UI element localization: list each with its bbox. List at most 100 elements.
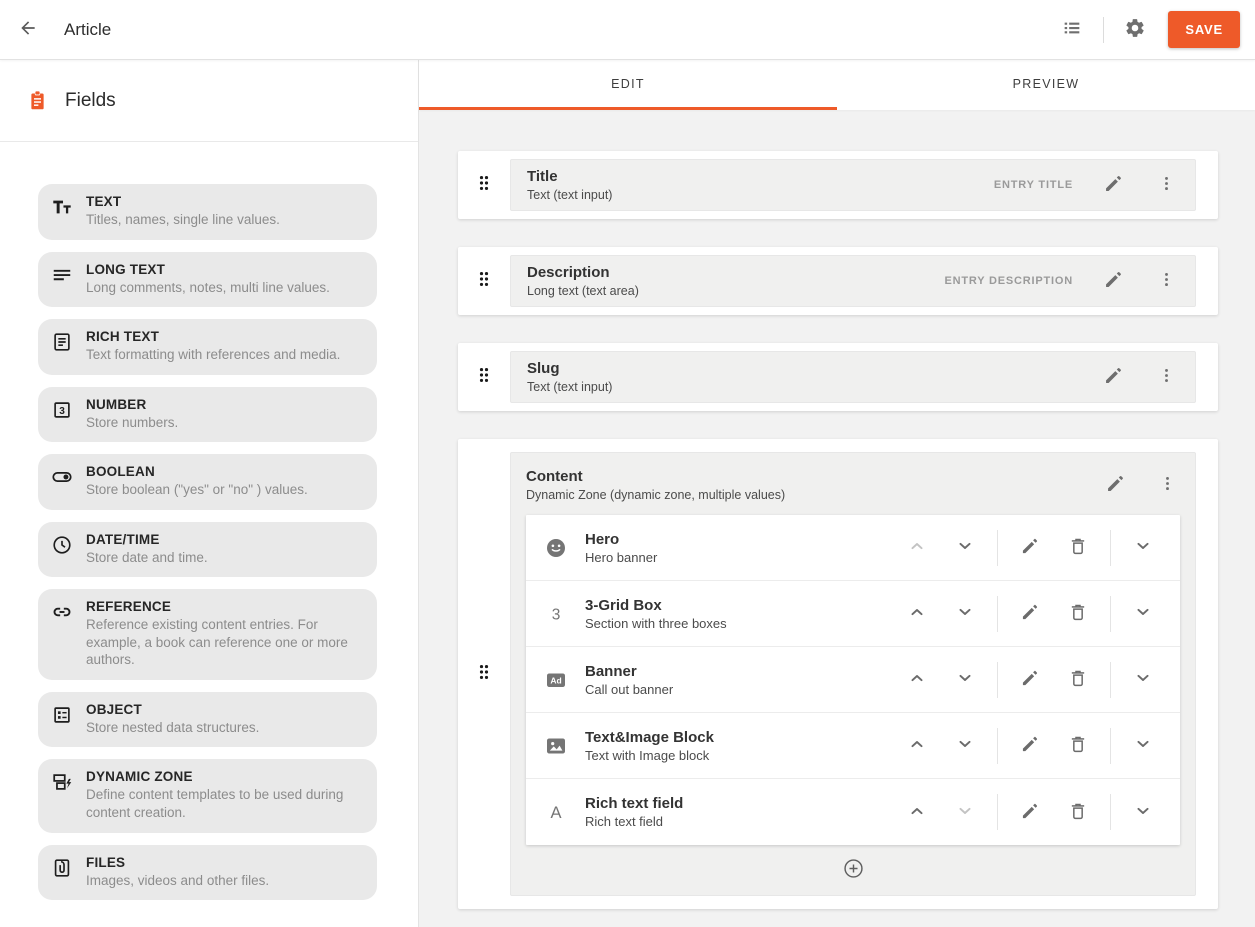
sidebar-header: Fields: [0, 60, 418, 142]
divider: [1110, 596, 1111, 632]
drag-handle[interactable]: [458, 363, 510, 392]
divider: [1110, 662, 1111, 698]
back-button[interactable]: [10, 12, 46, 48]
plus-circle-icon: [842, 857, 865, 883]
sidebar-item[interactable]: RICH TEXT Text formatting with reference…: [38, 319, 377, 375]
component-row: Text&Image Block Text with Image block: [526, 713, 1180, 779]
edit-component-button[interactable]: [1015, 599, 1045, 629]
edit-field-button[interactable]: [1100, 268, 1126, 294]
expand-component-button[interactable]: [1128, 599, 1158, 629]
chevron-down-icon: [955, 536, 975, 559]
app-root: Article SAVE Fields: [0, 0, 1255, 927]
edit-component-button[interactable]: [1015, 533, 1045, 563]
pencil-icon: [1020, 801, 1040, 824]
field-name: Content: [526, 468, 785, 485]
expand-component-button[interactable]: [1128, 533, 1158, 563]
field-card: Slug Text (text input): [458, 343, 1218, 411]
arrow-left-icon: [18, 18, 38, 41]
edit-field-button[interactable]: [1100, 364, 1126, 390]
pencil-icon: [1103, 173, 1124, 197]
topbar-actions: SAVE: [1054, 11, 1240, 48]
field-type: Text (text input): [527, 380, 612, 394]
move-up-button[interactable]: [902, 599, 932, 629]
drag-icon: [474, 363, 494, 392]
move-down-button[interactable]: [950, 533, 980, 563]
move-down-button[interactable]: [950, 731, 980, 761]
tab-edit[interactable]: EDIT: [419, 60, 837, 110]
trash-icon: [1068, 602, 1088, 625]
drag-handle[interactable]: [458, 267, 510, 296]
drag-icon: [474, 267, 494, 296]
delete-component-button[interactable]: [1063, 731, 1093, 761]
sidebar-item[interactable]: FILES Images, videos and other files.: [38, 845, 377, 901]
move-up-button[interactable]: [902, 731, 932, 761]
pencil-icon: [1020, 668, 1040, 691]
kebab-icon: [1158, 474, 1177, 496]
drag-handle[interactable]: [458, 452, 510, 896]
add-component-button[interactable]: [842, 857, 865, 883]
delete-component-button[interactable]: [1063, 797, 1093, 827]
move-up-button[interactable]: [902, 533, 932, 563]
chevron-down-icon: [955, 668, 975, 691]
page-title: Article: [64, 20, 111, 40]
sidebar-item[interactable]: LONG TEXT Long comments, notes, multi li…: [38, 252, 377, 308]
delete-component-button[interactable]: [1063, 599, 1093, 629]
field-menu-button[interactable]: [1153, 268, 1179, 294]
trash-icon: [1068, 801, 1088, 824]
save-button[interactable]: SAVE: [1168, 11, 1240, 48]
field-bar: Slug Text (text input): [510, 351, 1196, 403]
sidebar-item[interactable]: 3 NUMBER Store numbers.: [38, 387, 377, 443]
expand-component-button[interactable]: [1128, 797, 1158, 827]
tabbar: EDIT PREVIEW: [419, 60, 1255, 110]
field-badge: ENTRY DESCRIPTION: [944, 275, 1073, 287]
drag-icon: [474, 660, 494, 689]
boolean-icon: [51, 466, 73, 488]
move-down-button[interactable]: [950, 665, 980, 695]
move-up-button[interactable]: [902, 665, 932, 695]
move-up-button[interactable]: [902, 797, 932, 827]
three-icon: 3: [544, 602, 568, 626]
field-type: Long text (text area): [527, 284, 639, 298]
settings-button[interactable]: [1117, 12, 1153, 48]
list-view-button[interactable]: [1054, 12, 1090, 48]
sidebar-item[interactable]: DYNAMIC ZONE Define content templates to…: [38, 759, 377, 832]
edit-field-button[interactable]: [1102, 472, 1128, 498]
clipboard-icon: [27, 89, 48, 112]
sidebar-item[interactable]: REFERENCE Reference existing content ent…: [38, 589, 377, 680]
tab-preview[interactable]: PREVIEW: [837, 60, 1255, 110]
files-icon: [51, 857, 73, 879]
field-type-description: Store numbers.: [86, 414, 178, 432]
add-component-row: [526, 845, 1180, 895]
drag-icon: [474, 171, 494, 200]
sidebar-item[interactable]: OBJECT Store nested data structures.: [38, 692, 377, 748]
divider: [1103, 17, 1104, 43]
field-type-label: DYNAMIC ZONE: [86, 769, 363, 784]
expand-component-button[interactable]: [1128, 731, 1158, 761]
field-badge: ENTRY TITLE: [994, 179, 1073, 191]
drag-handle[interactable]: [458, 171, 510, 200]
sidebar-title: Fields: [65, 90, 116, 112]
move-down-button[interactable]: [950, 599, 980, 629]
field-menu-button[interactable]: [1153, 364, 1179, 390]
sidebar-item[interactable]: TEXT Titles, names, single line values.: [38, 184, 377, 240]
trash-icon: [1068, 668, 1088, 691]
pencil-icon: [1020, 734, 1040, 757]
chevron-up-icon: [907, 668, 927, 691]
edit-component-button[interactable]: [1015, 731, 1045, 761]
expand-component-button[interactable]: [1128, 665, 1158, 695]
edit-component-button[interactable]: [1015, 797, 1045, 827]
field-menu-button[interactable]: [1154, 472, 1180, 498]
delete-component-button[interactable]: [1063, 665, 1093, 695]
letter-a-icon: A: [544, 800, 568, 824]
component-list: Hero Hero banner: [526, 515, 1180, 845]
edit-field-button[interactable]: [1100, 172, 1126, 198]
field-type-description: Long comments, notes, multi line values.: [86, 279, 330, 297]
svg-text:Ad: Ad: [550, 675, 561, 685]
delete-component-button[interactable]: [1063, 533, 1093, 563]
chevron-down-icon: [1133, 668, 1153, 691]
sidebar-item[interactable]: DATE/TIME Store date and time.: [38, 522, 377, 578]
field-menu-button[interactable]: [1153, 172, 1179, 198]
sidebar-item[interactable]: BOOLEAN Store boolean ("yes" or "no" ) v…: [38, 454, 377, 510]
edit-component-button[interactable]: [1015, 665, 1045, 695]
move-down-button[interactable]: [950, 797, 980, 827]
